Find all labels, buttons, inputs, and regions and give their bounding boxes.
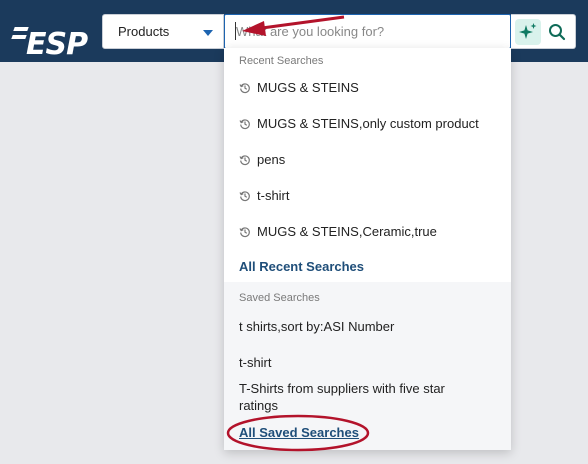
chevron-down-icon <box>203 30 213 36</box>
recent-search-item[interactable]: MUGS & STEINS <box>239 80 359 95</box>
esp-logo[interactable]: ESP <box>10 14 88 62</box>
category-select[interactable]: Products <box>102 14 224 49</box>
recent-search-label: t-shirt <box>257 188 290 203</box>
ai-search-button[interactable] <box>515 19 541 45</box>
history-icon <box>239 118 250 129</box>
sparkle-icon <box>519 23 537 39</box>
recent-search-item[interactable]: t-shirt <box>239 188 290 203</box>
recent-search-item[interactable]: MUGS & STEINS,only custom product <box>239 116 479 131</box>
logo-text: ESP <box>26 27 88 62</box>
search-suggestions-dropdown: Recent Searches MUGS & STEINS MUGS & STE… <box>224 48 511 450</box>
history-icon <box>239 190 250 201</box>
saved-search-item[interactable]: t-shirt <box>239 354 449 371</box>
history-icon <box>239 154 250 165</box>
recent-search-label: MUGS & STEINS,Ceramic,true <box>257 224 437 239</box>
saved-searches-title: Saved Searches <box>239 292 320 304</box>
saved-search-item[interactable]: t shirts,sort by:ASI Number <box>239 318 449 335</box>
history-icon <box>239 82 250 93</box>
search-button[interactable] <box>545 19 569 45</box>
recent-searches-title: Recent Searches <box>239 55 324 67</box>
recent-search-label: pens <box>257 152 286 167</box>
recent-search-label: MUGS & STEINS,only custom product <box>257 116 479 131</box>
saved-search-item[interactable]: T-Shirts from suppliers with five star r… <box>239 380 449 414</box>
recent-search-item[interactable]: pens <box>239 152 285 167</box>
all-saved-searches-link[interactable]: All Saved Searches <box>239 425 359 440</box>
text-cursor <box>235 22 236 40</box>
saved-searches-section: Saved Searches t shirts,sort by:ASI Numb… <box>224 282 511 450</box>
all-recent-searches-link[interactable]: All Recent Searches <box>239 259 364 274</box>
category-select-value: Products <box>118 24 170 39</box>
search-icon <box>549 24 566 41</box>
search-input[interactable] <box>224 14 511 49</box>
history-icon <box>239 226 250 237</box>
recent-search-label: MUGS & STEINS <box>257 80 359 95</box>
recent-search-item[interactable]: MUGS & STEINS,Ceramic,true <box>239 224 437 239</box>
